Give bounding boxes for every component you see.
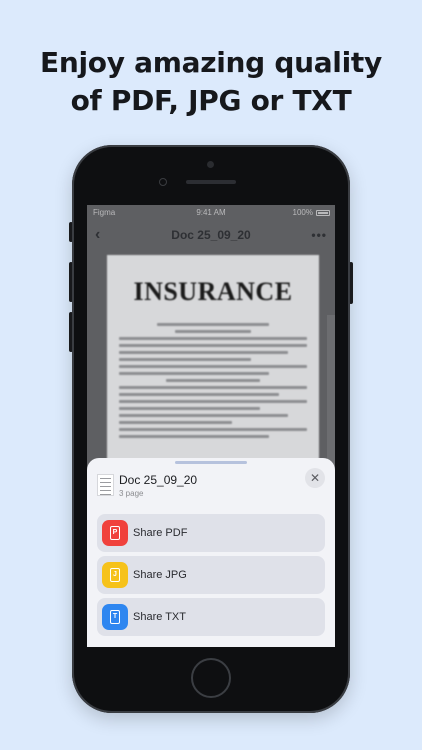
share-jpg-label: Share JPG bbox=[133, 569, 187, 581]
share-txt-label: Share TXT bbox=[133, 611, 186, 623]
headline: Enjoy amazing quality of PDF, JPG or TXT bbox=[0, 44, 422, 120]
txt-file-icon: T bbox=[102, 604, 128, 630]
nav-bar: ‹ Doc 25_09_20 ••• bbox=[87, 221, 335, 249]
nav-title: Doc 25_09_20 bbox=[171, 228, 251, 242]
document-heading: INSURANCE bbox=[133, 277, 293, 306]
battery-icon bbox=[316, 210, 330, 216]
share-sheet: Doc 25_09_20 3 page ✕ P Share PDF J Shar… bbox=[87, 458, 335, 647]
headline-line-2: of PDF, JPG or TXT bbox=[70, 84, 352, 117]
sheet-page-count: 3 page bbox=[119, 489, 144, 498]
pdf-file-icon: P bbox=[102, 520, 128, 546]
front-sensor-icon bbox=[159, 178, 167, 186]
sheet-grabber[interactable] bbox=[175, 461, 247, 464]
share-txt-button[interactable]: T Share TXT bbox=[97, 598, 325, 636]
home-button[interactable] bbox=[191, 658, 231, 698]
camera-icon bbox=[207, 161, 214, 168]
share-pdf-button[interactable]: P Share PDF bbox=[97, 514, 325, 552]
headline-line-1: Enjoy amazing quality bbox=[40, 46, 382, 79]
phone-frame: Figma 9:41 AM 100% ‹ Doc 25_09_20 ••• IN… bbox=[72, 145, 350, 713]
status-bar: Figma 9:41 AM 100% bbox=[87, 205, 335, 221]
battery-percent: 100% bbox=[292, 208, 313, 217]
speaker-grille bbox=[186, 180, 236, 184]
phone-screen: Figma 9:41 AM 100% ‹ Doc 25_09_20 ••• IN… bbox=[87, 205, 335, 647]
ellipsis-icon[interactable]: ••• bbox=[311, 221, 327, 249]
jpg-file-icon: J bbox=[102, 562, 128, 588]
document-thumbnail bbox=[97, 474, 114, 496]
sheet-title: Doc 25_09_20 bbox=[119, 473, 198, 487]
share-pdf-label: Share PDF bbox=[133, 527, 188, 539]
document-text-lines bbox=[119, 323, 307, 442]
close-icon[interactable]: ✕ bbox=[305, 468, 325, 488]
chevron-left-icon[interactable]: ‹ bbox=[95, 221, 100, 249]
share-jpg-button[interactable]: J Share JPG bbox=[97, 556, 325, 594]
